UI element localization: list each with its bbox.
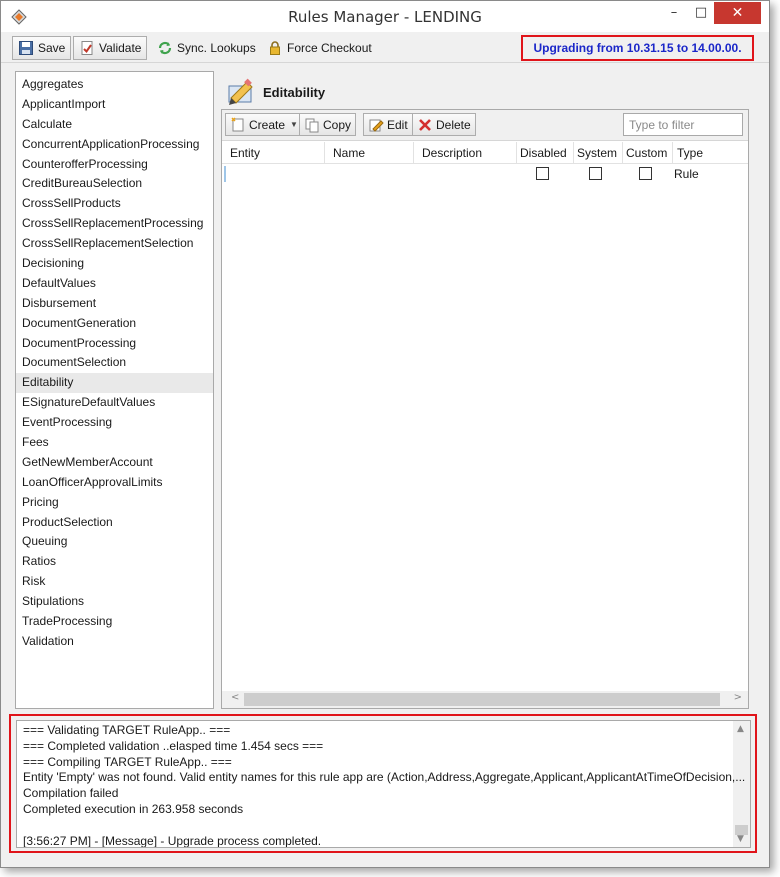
edit-button[interactable]: Edit [363, 113, 413, 136]
edit-label: Edit [387, 117, 408, 132]
sidebar-item-tradeprocessing[interactable]: TradeProcessing [16, 612, 213, 632]
sync-arrows-icon [158, 41, 172, 55]
sidebar-item-disbursement[interactable]: Disbursement [16, 294, 213, 314]
column-header-disabled[interactable]: Disabled [517, 142, 574, 164]
delete-x-icon [419, 118, 431, 131]
sidebar-item-validation[interactable]: Validation [16, 632, 213, 652]
sync-lookups-label: Sync. Lookups [177, 41, 256, 55]
column-header-system[interactable]: System [574, 142, 623, 164]
scroll-up-icon[interactable]: ▲ [737, 724, 744, 734]
chevron-down-icon: ▼ [290, 120, 298, 129]
rules-grid-panel: Create ▼ Copy Edit Delete Type to filter… [221, 109, 749, 709]
sidebar-item-counterofferprocessing[interactable]: CounterofferProcessing [16, 155, 213, 175]
column-header-custom[interactable]: Custom [623, 142, 673, 164]
grid-toolbar: Create ▼ Copy Edit Delete Type to filter [222, 110, 748, 141]
sidebar-item-crosssellproducts[interactable]: CrossSellProducts [16, 194, 213, 214]
log-output-panel: ▲ ▼ === Validating TARGET RuleApp.. === =… [9, 714, 757, 853]
window-title: Rules Manager - LENDING [288, 8, 482, 26]
filter-input[interactable] [623, 113, 743, 136]
new-document-icon [231, 116, 244, 131]
sidebar-item-pricing[interactable]: Pricing [16, 493, 213, 513]
sidebar-item-defaultvalues[interactable]: DefaultValues [16, 274, 213, 294]
maximize-button[interactable]: □ [688, 2, 714, 24]
floppy-disk-icon [19, 41, 33, 55]
log-line: Entity 'Empty' was not found. Valid enti… [23, 770, 746, 785]
sidebar-item-aggregates[interactable]: Aggregates [16, 75, 213, 95]
edit-pencil-icon [369, 119, 384, 132]
row-selection-marker [224, 166, 226, 182]
sync-lookups-button[interactable]: Sync. Lookups [151, 36, 262, 60]
sidebar-item-decisioning[interactable]: Decisioning [16, 254, 213, 274]
sidebar-item-applicantimport[interactable]: ApplicantImport [16, 95, 213, 115]
system-checkbox[interactable] [589, 167, 602, 180]
sidebar-item-crosssellreplacementprocessing[interactable]: CrossSellReplacementProcessing [16, 214, 213, 234]
title-bar: Rules Manager - LENDING – □ ✕ [1, 1, 769, 32]
scroll-left-icon[interactable]: < [231, 692, 239, 703]
log-textarea[interactable]: ▲ ▼ === Validating TARGET RuleApp.. === =… [16, 720, 751, 848]
sidebar-item-crosssellreplacementselection[interactable]: CrossSellReplacementSelection [16, 234, 213, 254]
log-line: === Completed validation ..elasped time … [23, 738, 324, 753]
rules-list: Aggregates ApplicantImport Calculate Concur… [15, 71, 214, 709]
type-cell: Rule [674, 167, 699, 181]
log-line: Compilation failed [23, 786, 119, 801]
column-header-entity[interactable]: Entity [222, 142, 325, 164]
sidebar-item-queuing[interactable]: Queuing [16, 532, 213, 552]
create-label: Create [249, 117, 286, 132]
sidebar-item-esignaturedefaultvalues[interactable]: ESignatureDefaultValues [16, 393, 213, 413]
table-row[interactable]: Rule [222, 164, 748, 184]
save-label: Save [38, 41, 66, 55]
scroll-right-icon[interactable]: > [734, 692, 742, 703]
scrollbar-thumb[interactable] [244, 693, 720, 706]
padlock-icon [270, 41, 280, 55]
sidebar-item-concurrentapplicationprocessing[interactable]: ConcurrentApplicationProcessing [16, 135, 213, 155]
validate-label: Validate [99, 41, 142, 55]
force-checkout-label: Force Checkout [287, 41, 372, 55]
log-line: Completed execution in 263.958 seconds [23, 802, 244, 816]
column-header-type[interactable]: Type [673, 142, 749, 164]
sidebar-item-productselection[interactable]: ProductSelection [16, 513, 213, 533]
sidebar-item-ratios[interactable]: Ratios [16, 552, 213, 572]
column-header-description[interactable]: Description [414, 142, 517, 164]
log-line: === Validating TARGET RuleApp.. === [23, 723, 231, 737]
copy-button[interactable]: Copy [299, 113, 357, 136]
grid-header-row: Entity Name Description Disabled System … [222, 142, 748, 164]
minimize-button[interactable]: – [661, 2, 687, 24]
create-button[interactable]: Create ▼ [225, 113, 303, 136]
delete-button[interactable]: Delete [412, 113, 476, 136]
sidebar-item-fees[interactable]: Fees [16, 433, 213, 453]
sidebar-item-documentprocessing[interactable]: DocumentProcessing [16, 334, 213, 354]
sidebar-item-getnewmemberaccount[interactable]: GetNewMemberAccount [16, 453, 213, 473]
rules-manager-window: Rules Manager - LENDING – □ ✕ Save Valid… [0, 0, 770, 868]
sidebar-item-stipulations[interactable]: Stipulations [16, 592, 213, 612]
close-button[interactable]: ✕ [714, 2, 761, 24]
custom-checkbox[interactable] [639, 167, 652, 180]
upgrade-status-banner: Upgrading from 10.31.15 to 14.00.00. [521, 35, 754, 61]
sidebar-item-risk[interactable]: Risk [16, 572, 213, 592]
editability-pencil-icon [228, 78, 253, 105]
sidebar-item-editability[interactable]: Editability [16, 373, 213, 394]
page-title: Editability [263, 85, 326, 100]
disabled-checkbox[interactable] [536, 167, 549, 180]
horizontal-scrollbar[interactable]: < > [222, 691, 748, 708]
sidebar-item-creditbureauselection[interactable]: CreditBureauSelection [16, 174, 213, 194]
sidebar-item-documentselection[interactable]: DocumentSelection [16, 353, 213, 373]
sidebar-item-calculate[interactable]: Calculate [16, 115, 213, 135]
scroll-down-icon[interactable]: ▼ [737, 834, 744, 844]
force-checkout-button[interactable]: Force Checkout [261, 36, 378, 60]
column-header-name[interactable]: Name [325, 142, 414, 164]
validate-document-icon [81, 41, 93, 55]
save-button[interactable]: Save [12, 36, 72, 60]
main-toolbar: Save Validate Sync. Lookups Force Checko… [1, 33, 769, 63]
sidebar-item-documentgeneration[interactable]: DocumentGeneration [16, 314, 213, 334]
log-line: === Compiling TARGET RuleApp.. === [23, 754, 232, 769]
delete-label: Delete [436, 117, 471, 132]
validate-button[interactable]: Validate [73, 36, 148, 60]
sidebar-item-eventprocessing[interactable]: EventProcessing [16, 413, 213, 433]
sidebar-item-loanofficerapprovallimits[interactable]: LoanOfficerApprovalLimits [16, 473, 213, 493]
log-line: [3:56:27 PM] - [Message] - Upgrade proce… [23, 833, 322, 848]
copy-icon [305, 118, 319, 132]
copy-label: Copy [323, 117, 352, 132]
